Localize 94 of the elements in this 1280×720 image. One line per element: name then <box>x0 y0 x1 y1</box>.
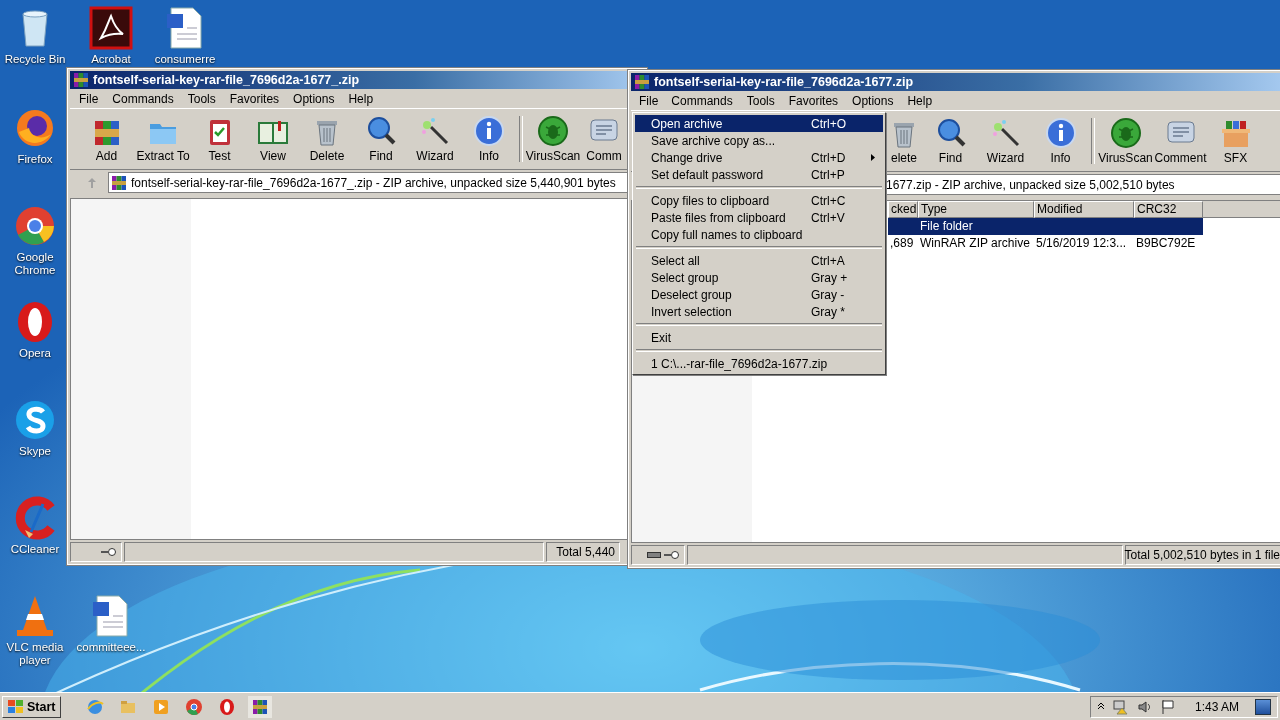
desktop-icon-label[interactable]: Skype <box>19 445 51 458</box>
column-header[interactable]: Type <box>918 201 1034 218</box>
info-icon <box>473 115 505 147</box>
column-header[interactable]: Modified <box>1034 201 1134 218</box>
clock[interactable]: 1:43 AM <box>1194 699 1239 714</box>
menu-item[interactable]: Help <box>900 91 940 110</box>
desktop-icon-label[interactable]: Firefox <box>17 153 53 166</box>
menu-item[interactable]: Tools <box>180 89 223 108</box>
menu-item[interactable]: File <box>72 89 106 108</box>
toolbar-button[interactable]: Delete <box>300 115 354 163</box>
menu-option[interactable]: 1 C:\...-rar-file_7696d2a-1677.zip <box>635 355 883 372</box>
table-cell-text: WinRAR ZIP archive <box>919 235 1031 252</box>
toolbar-button[interactable]: Find <box>354 115 408 163</box>
flag-icon[interactable] <box>1160 698 1175 715</box>
bug-icon <box>1109 117 1142 149</box>
status-text: Total 5,440 <box>556 545 615 559</box>
desktop-icon-label[interactable]: Google Chrome <box>4 251 66 277</box>
archive-icon <box>73 72 89 88</box>
speaker-icon[interactable] <box>1136 698 1153 715</box>
menu-option[interactable]: Invert selection Gray * <box>635 303 883 320</box>
toolbar-button[interactable]: View <box>246 115 300 163</box>
toolbar-button[interactable]: Find <box>923 117 978 165</box>
pdf-app-icon <box>89 6 133 50</box>
skype-icon <box>13 398 57 442</box>
archive-icon <box>634 74 650 90</box>
toolbar-button[interactable]: Wizard <box>978 117 1033 165</box>
menu-option[interactable]: Paste files from clipboard Ctrl+V <box>635 209 883 226</box>
table-cell-text: File folder <box>919 218 974 235</box>
toolbar-button[interactable]: Wizard <box>408 115 462 163</box>
file-row[interactable]: File folder <box>888 218 1203 235</box>
menu-option[interactable]: Select group Gray + <box>635 269 883 286</box>
toolbar-button[interactable]: SFX <box>1208 117 1263 165</box>
menu-option[interactable]: Deselect group Gray - <box>635 286 883 303</box>
search-icon <box>365 115 397 147</box>
desktop-icon-label[interactable]: Opera <box>19 347 51 360</box>
magic-wand-icon <box>419 115 451 147</box>
taskbar-button[interactable] <box>248 695 273 718</box>
column-header[interactable]: cked <box>888 201 918 218</box>
key-icon <box>101 548 117 556</box>
menu-item[interactable]: Options <box>286 89 342 108</box>
menu-item[interactable]: Tools <box>739 91 782 110</box>
toolbar-button[interactable]: Add <box>80 115 133 163</box>
opera-icon <box>218 697 237 716</box>
window-title: fontself-serial-key-rar-file_7696d2a-1677.zip <box>654 75 914 89</box>
menu-item[interactable]: Commands <box>105 89 181 108</box>
status-text: Total 5,002,510 bytes in 1 file <box>1124 548 1280 562</box>
column-header[interactable]: CRC32 <box>1134 201 1203 218</box>
chrome-icon <box>185 697 204 716</box>
browser-icon <box>86 697 105 716</box>
table-cell-text: B9BC792E <box>1135 235 1197 252</box>
menu-item[interactable]: Favorites <box>781 91 846 110</box>
show-desktop-button[interactable] <box>1255 698 1271 715</box>
table-cell-text: 5/16/2019 12:3... <box>1035 235 1128 252</box>
menu-item[interactable]: Commands <box>664 91 740 110</box>
chevron-up-icon[interactable] <box>1096 702 1105 711</box>
toolbar-button[interactable]: Info <box>1033 117 1088 165</box>
menu-option[interactable]: Save archive copy as... <box>635 132 883 149</box>
toolbar-button[interactable]: Extract To <box>133 115 193 163</box>
menu-item[interactable]: Options <box>845 91 901 110</box>
window-title: fontself-serial-key-rar-file_7696d2a-1677_.zip <box>93 73 360 87</box>
table-cell-text: ,689 <box>889 235 915 252</box>
archive-icon <box>111 174 127 191</box>
menu-item[interactable]: File <box>633 92 665 109</box>
start-button[interactable]: Start <box>2 695 62 718</box>
key-icon <box>664 551 680 559</box>
menu-option[interactable]: Change drive Ctrl+D <box>635 149 883 166</box>
media-player-icon <box>152 697 171 716</box>
menu-option[interactable]: Exit <box>635 329 883 346</box>
desktop-icon-label[interactable]: VLC media player <box>4 641 66 667</box>
menu-option[interactable]: Select all Ctrl+A <box>635 252 883 269</box>
desktop-icon-label[interactable]: CCleaner <box>10 543 60 556</box>
toolbar-button[interactable]: VirusScan <box>526 115 580 163</box>
info-icon <box>1044 117 1077 149</box>
menu-option[interactable]: Open archive Ctrl+O <box>635 115 883 132</box>
archive-icon <box>251 697 270 716</box>
toolbar-button[interactable]: Test <box>193 115 246 163</box>
windows-logo-icon <box>8 699 24 714</box>
menu-option[interactable]: Copy files to clipboard Ctrl+C <box>635 192 883 209</box>
file-row[interactable]: ,689 WinRAR ZIP archive 5/16/2019 12:3... B9BC792E <box>888 235 1203 252</box>
menu-item[interactable]: Favorites <box>222 89 287 108</box>
toolbar-button[interactable]: Comm <box>580 115 628 163</box>
drive-icon <box>647 552 661 558</box>
chrome-icon <box>13 204 57 248</box>
menu-item[interactable]: Help <box>341 89 381 108</box>
toolbar-button[interactable]: VirusScan <box>1098 117 1153 165</box>
menu-option[interactable]: Copy full names to clipboard <box>635 226 883 243</box>
ccleaner-icon <box>13 496 57 540</box>
desktop-icon-label[interactable]: consumerre <box>154 53 216 66</box>
desktop-icon-label[interactable]: Acrobat <box>91 53 131 66</box>
up-arrow-icon <box>87 176 97 189</box>
bug-icon <box>537 115 569 147</box>
desktop-icon-label[interactable]: Recycle Bin <box>4 53 66 66</box>
toolbar-button[interactable]: Comment <box>1153 117 1208 165</box>
toolbar-button[interactable]: Info <box>462 115 516 163</box>
